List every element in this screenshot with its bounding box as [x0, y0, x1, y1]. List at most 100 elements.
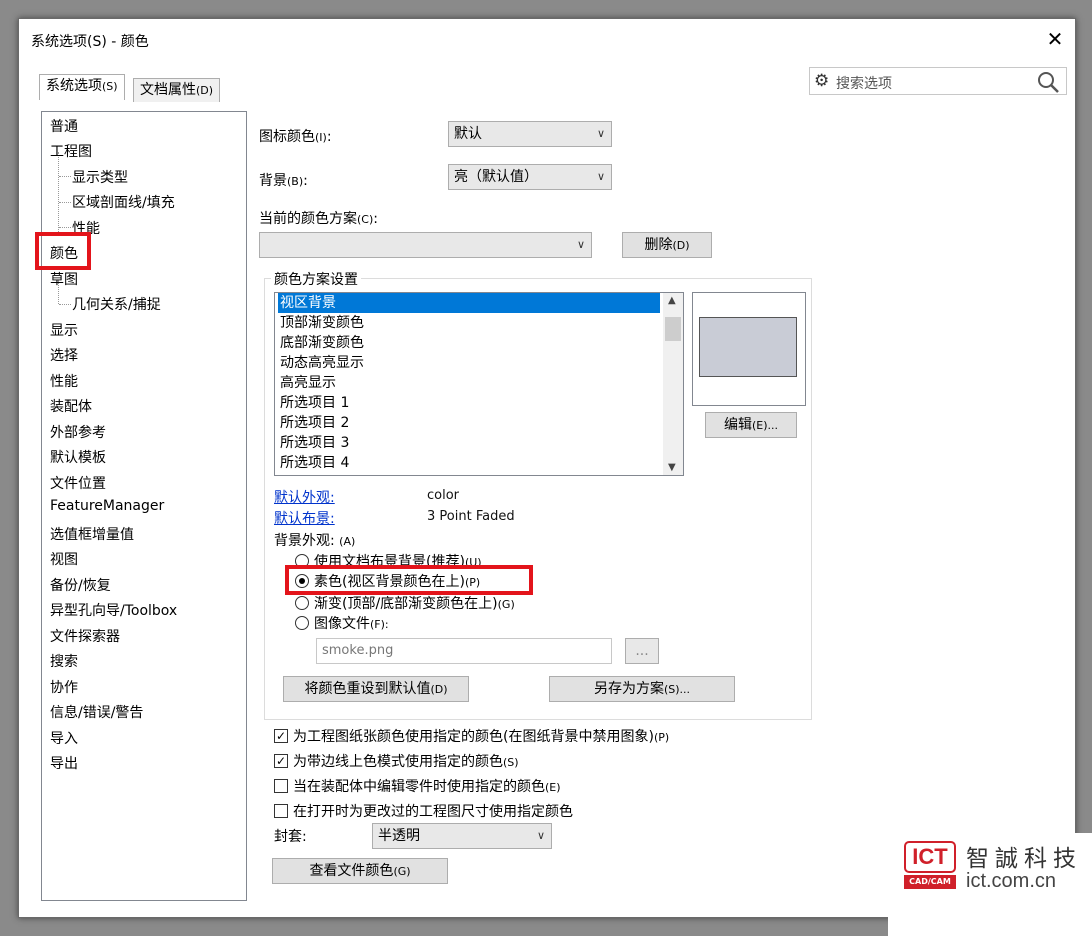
search-input[interactable]: 搜索选项: [836, 73, 892, 93]
logo-domain: ict.com.cn: [966, 870, 1057, 892]
close-button[interactable]: ✕: [1043, 27, 1067, 51]
radio-image-file[interactable]: [295, 616, 309, 630]
options-tree[interactable]: 普通 工程图 显示类型 区域剖面线/填充 性能 颜色 草图 几何关系/捕捉 显示…: [41, 111, 247, 901]
tree-item-collaboration[interactable]: 协作: [50, 677, 78, 697]
label-text: 为工程图纸张颜色使用指定的颜色(在图纸背景中禁用图象): [293, 729, 654, 745]
chevron-down-icon: ∨: [536, 829, 545, 842]
tree-connector: [59, 176, 71, 177]
list-item[interactable]: 所选项目 3: [278, 433, 660, 453]
tab-key: (S): [102, 80, 118, 93]
checkbox-label: 为工程图纸张颜色使用指定的颜色(在图纸背景中禁用图象)(P): [293, 726, 669, 746]
tree-item-general[interactable]: 普通: [50, 116, 78, 136]
tree-item-performance[interactable]: 性能: [50, 371, 78, 391]
tab-label: 系统选项: [46, 78, 102, 94]
checkbox-changed-dims[interactable]: [274, 804, 288, 818]
list-item[interactable]: 底部渐变颜色: [278, 333, 660, 353]
tree-item-relations-snaps[interactable]: 几何关系/捕捉: [72, 294, 161, 314]
button-key: (D): [672, 239, 690, 252]
check-icon: ✓: [275, 729, 287, 743]
tab-document-properties[interactable]: 文档属性(D): [133, 78, 221, 102]
tab-label: 文档属性: [140, 82, 196, 98]
tree-item-messages[interactable]: 信息/错误/警告: [50, 702, 143, 722]
tree-item-file-locations[interactable]: 文件位置: [50, 473, 106, 493]
default-appearance-link[interactable]: 默认外观:: [274, 487, 335, 507]
browse-button[interactable]: ...: [625, 638, 659, 664]
list-item[interactable]: 所选项目 4: [278, 453, 660, 473]
options-dialog: 系统选项(S) - 颜色 ✕ 系统选项(S) 文档属性(D) ⚙ 搜索选项 普通…: [18, 18, 1076, 918]
default-scene-value: 3 Point Faded: [427, 509, 515, 524]
dialog-title: 系统选项(S) - 颜色: [31, 34, 149, 50]
list-item[interactable]: 所选项目 2: [278, 413, 660, 433]
chevron-down-icon[interactable]: ▼: [668, 462, 676, 473]
tree-item-backup-recover[interactable]: 备份/恢复: [50, 575, 111, 595]
select-value: 亮（默认值）: [454, 169, 538, 185]
edit-button[interactable]: 编辑(E)...: [705, 412, 797, 438]
tree-item-display-type[interactable]: 显示类型: [72, 167, 128, 187]
button-label: 编辑: [723, 417, 752, 433]
select-value: 半透明: [378, 828, 420, 844]
label-text: 在打开时为更改过的工程图尺寸使用指定颜色: [293, 804, 573, 820]
highlight-box-colors: [35, 232, 91, 270]
checkbox-label: 在打开时为更改过的工程图尺寸使用指定颜色: [293, 801, 573, 821]
background-select[interactable]: 亮（默认值） ∨: [448, 164, 612, 190]
tab-key: (D): [196, 84, 214, 97]
icon-color-select[interactable]: 默认 ∨: [448, 121, 612, 147]
tree-item-spin-box[interactable]: 选值框增量值: [50, 524, 134, 544]
default-appearance-value: color: [427, 488, 460, 503]
tab-system-options[interactable]: 系统选项(S): [39, 74, 125, 100]
list-item[interactable]: 视区背景: [278, 293, 660, 313]
checkbox-shaded-edges[interactable]: ✓: [274, 754, 288, 768]
color-preview: [692, 292, 806, 406]
tree-item-hole-wizard[interactable]: 异型孔向导/Toolbox: [50, 600, 177, 620]
checkbox-edit-part-color[interactable]: [274, 779, 288, 793]
default-scene-link[interactable]: 默认布景:: [274, 508, 335, 528]
list-item[interactable]: 所选项目 1: [278, 393, 660, 413]
tree-item-sketch[interactable]: 草图: [50, 269, 78, 289]
search-box[interactable]: ⚙ 搜索选项: [809, 67, 1067, 95]
label-text: 当前的颜色方案: [259, 211, 357, 227]
envelope-select[interactable]: 半透明 ∨: [372, 823, 552, 849]
logo-name: 智誠科技: [966, 846, 1082, 872]
list-item[interactable]: 动态高亮显示: [278, 353, 660, 373]
tree-item-selection[interactable]: 选择: [50, 345, 78, 365]
checkbox-label: 为带边线上色模式使用指定的颜色(S): [293, 751, 519, 771]
list-item[interactable]: 高亮显示: [278, 373, 660, 393]
list-item[interactable]: 顶部渐变颜色: [278, 313, 660, 333]
search-icon[interactable]: [1036, 70, 1060, 94]
checkbox-sheet-color[interactable]: ✓: [274, 729, 288, 743]
radio-gradient[interactable]: [295, 596, 309, 610]
tree-item-external-references[interactable]: 外部参考: [50, 422, 106, 442]
label-text: 背景外观:: [274, 533, 335, 549]
tree-item-display[interactable]: 显示: [50, 320, 78, 340]
delete-button[interactable]: 删除(D): [622, 232, 712, 258]
tree-item-import[interactable]: 导入: [50, 728, 78, 748]
current-scheme-label: 当前的颜色方案(C):: [259, 211, 378, 227]
tree-item-view[interactable]: 视图: [50, 549, 78, 569]
list-scrollbar[interactable]: ▲ ▼: [663, 293, 683, 475]
label-key: (A): [339, 535, 356, 548]
chevron-up-icon[interactable]: ▲: [668, 295, 676, 306]
view-doc-colors-button[interactable]: 查看文件颜色(G): [272, 858, 448, 884]
tree-item-search[interactable]: 搜索: [50, 651, 78, 671]
group-title: 颜色方案设置: [271, 269, 361, 289]
tree-item-file-explorer[interactable]: 文件探索器: [50, 626, 120, 646]
save-scheme-button[interactable]: 另存为方案(S)...: [549, 676, 735, 702]
label-text: 为带边线上色模式使用指定的颜色: [293, 754, 503, 770]
color-item-list[interactable]: 视区背景 顶部渐变颜色 底部渐变颜色 动态高亮显示 高亮显示 所选项目 1 所选…: [274, 292, 684, 476]
logo-sub: CAD/CAM: [904, 875, 956, 889]
tree-item-hatch[interactable]: 区域剖面线/填充: [72, 192, 175, 212]
tree-item-default-templates[interactable]: 默认模板: [50, 447, 106, 467]
reset-colors-button[interactable]: 将颜色重设到默认值(D): [283, 676, 469, 702]
current-scheme-select[interactable]: ∨: [259, 232, 592, 258]
tree-item-drawings[interactable]: 工程图: [50, 141, 92, 161]
radio-label: 图像文件(F):: [314, 613, 389, 633]
tree-item-assemblies[interactable]: 装配体: [50, 396, 92, 416]
image-file-input[interactable]: smoke.png: [316, 638, 612, 664]
tree-item-featuremanager[interactable]: FeatureManager: [50, 498, 164, 514]
scrollbar-thumb[interactable]: [665, 317, 681, 341]
chevron-down-icon: ∨: [576, 238, 585, 251]
button-label: 另存为方案: [593, 681, 664, 697]
label-key: (I): [315, 131, 327, 144]
tree-item-export[interactable]: 导出: [50, 753, 78, 773]
gear-icon[interactable]: ⚙: [814, 71, 829, 91]
